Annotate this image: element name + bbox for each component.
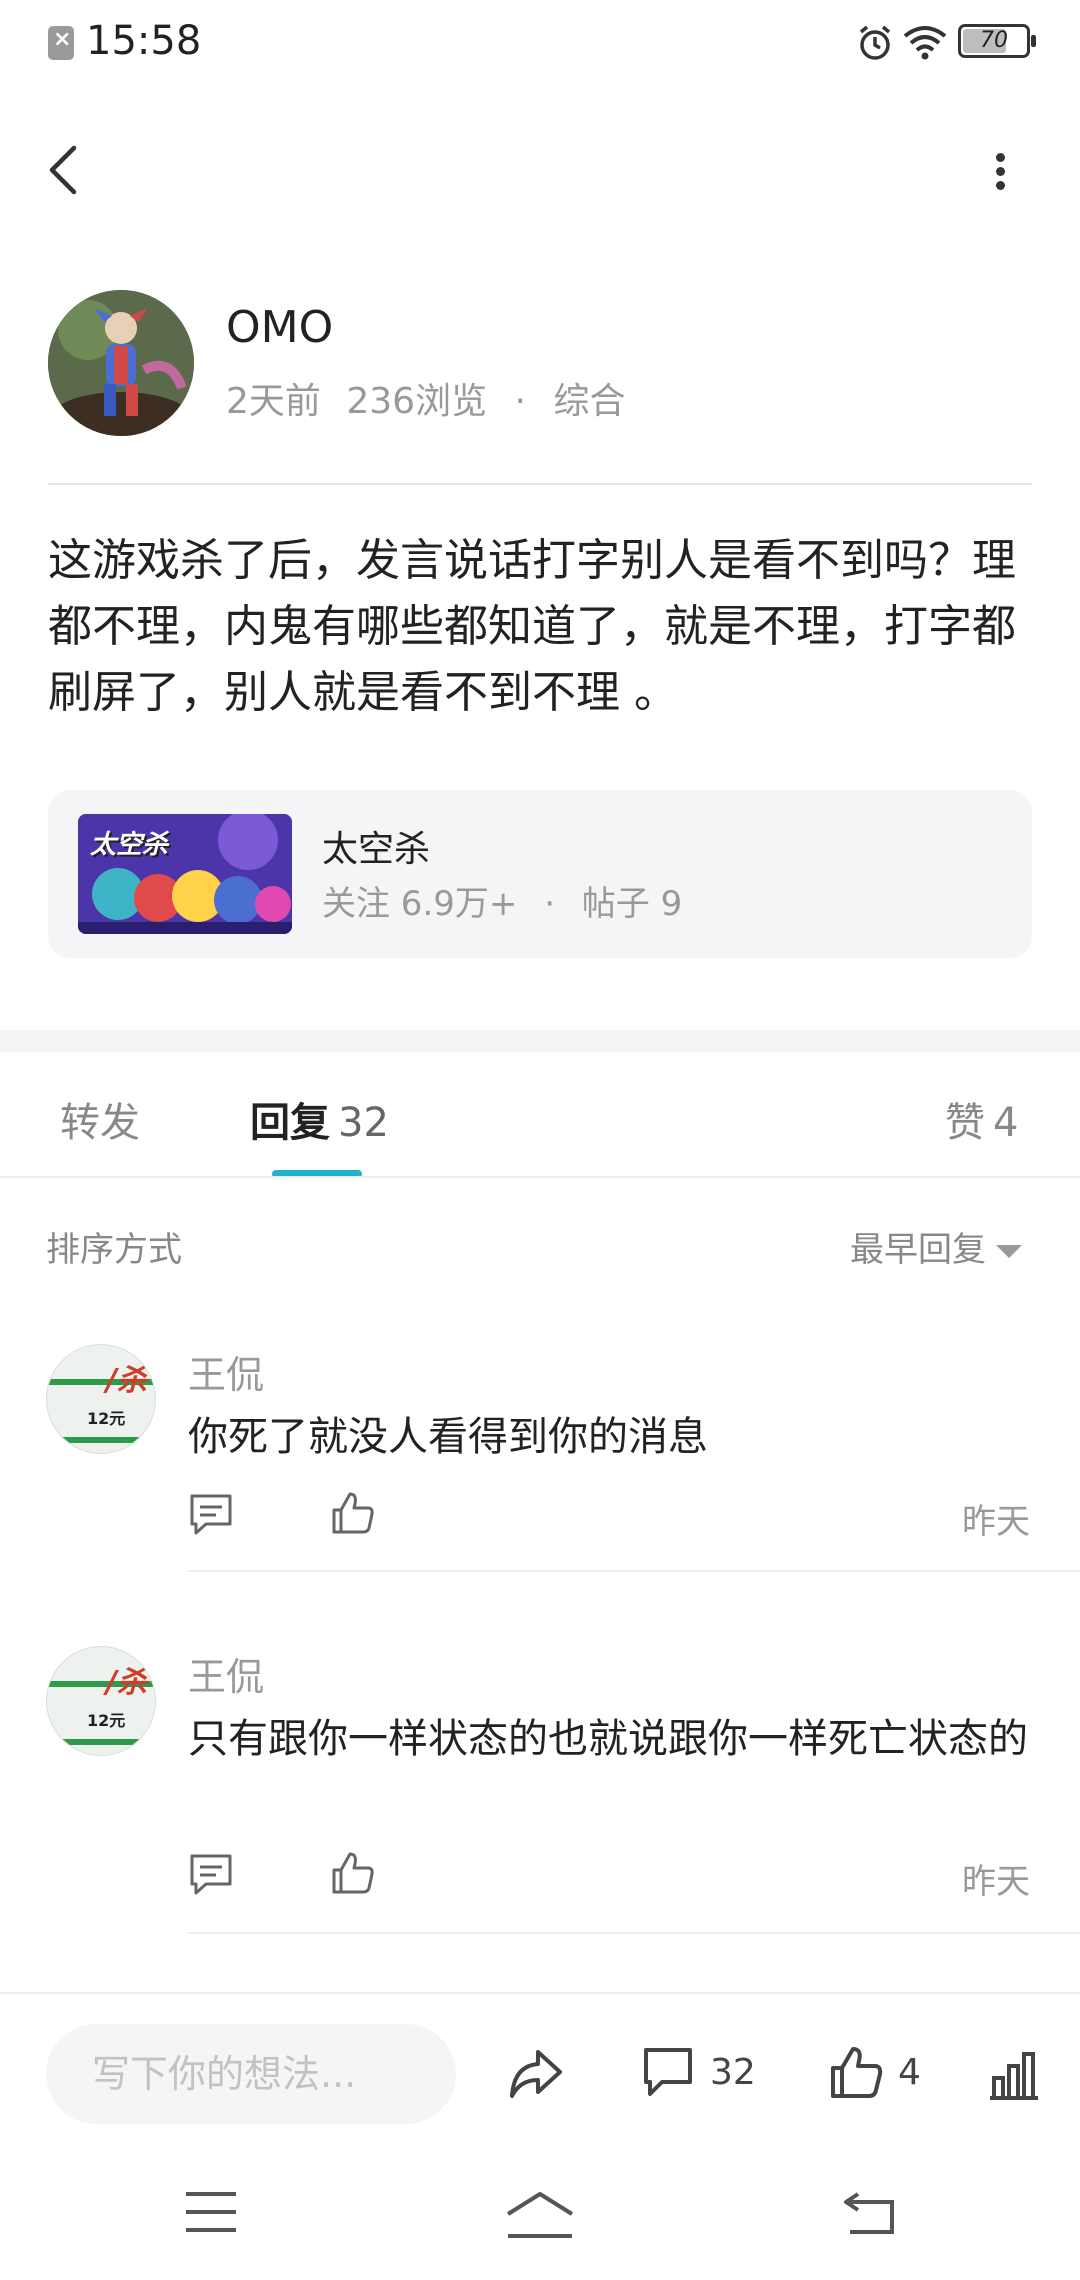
comment-count: 32: [710, 2052, 756, 2093]
more-icon[interactable]: [980, 140, 1020, 200]
like-icon: [831, 2047, 883, 2098]
stats-separator: ·: [544, 884, 555, 924]
like-count: 4: [898, 2052, 921, 2093]
tab-reply-label: 回复: [250, 1100, 330, 1146]
comment-time: 昨天: [962, 1862, 1030, 1902]
dropdown-arrow-icon: [996, 1245, 1022, 1258]
sort-label: 排序方式: [46, 1230, 182, 1270]
status-time: 15:58: [86, 18, 202, 64]
comment-text: 只有跟你一样状态的也就说跟你一样死亡状态的: [188, 1716, 1028, 1762]
avatar-character-image: [48, 290, 194, 436]
alarm-icon: [859, 25, 891, 60]
divider: [48, 483, 1032, 485]
tab-like[interactable]: 赞4: [945, 1090, 1018, 1148]
avatar-tag: /杀: [106, 1665, 147, 1700]
stats-icon[interactable]: [986, 2044, 1042, 2104]
share-icon[interactable]: [506, 2044, 566, 2104]
section-gap: [0, 1030, 1080, 1052]
home-icon[interactable]: [504, 2190, 576, 2240]
comment-author[interactable]: 王侃: [188, 1646, 264, 1701]
tab-like-count: 4: [993, 1100, 1019, 1146]
game-card[interactable]: 太空杀 太空杀 关注 6.9万+ · 帖子 9: [48, 790, 1032, 958]
like-icon[interactable]: [330, 1850, 376, 1896]
comment-author[interactable]: 王侃: [188, 1344, 264, 1399]
battery-level: 70: [980, 28, 1008, 53]
avatar-price: 12元: [87, 1711, 126, 1730]
game-posts: 帖子 9: [581, 884, 683, 924]
tab-like-label: 赞: [945, 1100, 985, 1146]
sim-off-icon: [48, 26, 74, 60]
post-category[interactable]: 综合: [553, 381, 625, 422]
tab-reply[interactable]: 回复 32: [250, 1090, 389, 1148]
post-body: 这游戏杀了后，发言说话打字别人是看不到吗？理都不理，内鬼有哪些都知道了，就是不理…: [48, 535, 1016, 718]
divider: [0, 1176, 1080, 1178]
game-thumbnail: 太空杀: [78, 814, 292, 934]
reply-icon[interactable]: [188, 1852, 234, 1898]
post-meta: 2天前 236浏览 · 综合: [226, 372, 625, 424]
avatar-price: 12元: [87, 1409, 126, 1428]
return-icon[interactable]: [842, 2190, 896, 2236]
comment-item: /杀 12元 王侃 你死了就没人看得到你的消息 昨天: [0, 1344, 1080, 1574]
comment-count-button[interactable]: 32: [640, 2044, 760, 2104]
reply-icon[interactable]: [188, 1492, 234, 1538]
divider: [188, 1570, 1080, 1572]
game-stats: 关注 6.9万+ · 帖子 9: [322, 876, 682, 925]
sort-selected: 最早回复: [850, 1230, 986, 1270]
post-views: 236浏览: [346, 381, 488, 422]
author-avatar[interactable]: [48, 290, 194, 436]
comment-text: 你死了就没人看得到你的消息: [188, 1414, 708, 1460]
back-icon[interactable]: [40, 140, 90, 200]
wifi-icon: [903, 26, 947, 60]
sort-dropdown[interactable]: 最早回复: [850, 1222, 1022, 1271]
like-count-button[interactable]: 4: [828, 2044, 938, 2104]
battery-icon: 70: [958, 24, 1036, 58]
meta-separator: ·: [514, 381, 526, 422]
game-name: 太空杀: [322, 829, 431, 870]
tab-reply-count: 32: [338, 1100, 389, 1146]
game-followers: 关注 6.9万+: [322, 884, 518, 924]
comment-input[interactable]: [46, 2024, 456, 2124]
comment-icon: [644, 2048, 692, 2096]
comment-avatar[interactable]: /杀 12元: [46, 1344, 156, 1454]
comment-avatar[interactable]: /杀 12元: [46, 1646, 156, 1756]
author-name[interactable]: OMO: [226, 302, 333, 353]
avatar-tag: /杀: [106, 1363, 147, 1398]
like-icon[interactable]: [330, 1490, 376, 1536]
post-time: 2天前: [226, 381, 321, 422]
divider: [188, 1932, 1080, 1934]
game-thumb-title: 太空杀: [90, 830, 169, 860]
menu-icon[interactable]: [184, 2190, 238, 2234]
status-bar: 15:58 70: [0, 0, 1080, 90]
divider: [0, 1992, 1080, 1994]
comment-item: /杀 12元 王侃 只有跟你一样状态的也就说跟你一样死亡状态的 昨天: [0, 1646, 1080, 1946]
comment-time: 昨天: [962, 1502, 1030, 1542]
tab-forward[interactable]: 转发: [60, 1090, 140, 1148]
comment-input-field[interactable]: [46, 2024, 456, 2124]
